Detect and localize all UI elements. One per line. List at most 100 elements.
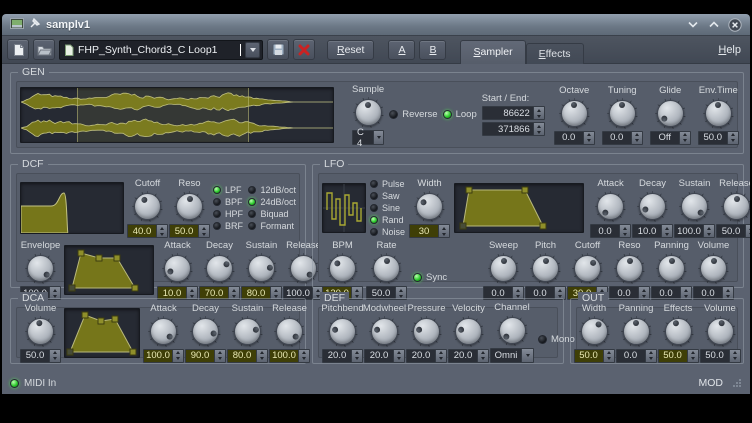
- tab-effects[interactable]: Effects: [526, 43, 584, 64]
- lfo-wave-display[interactable]: [322, 183, 366, 233]
- width-spinbox[interactable]: 50.0: [574, 349, 615, 363]
- reverse-toggle[interactable]: Reverse: [389, 109, 437, 120]
- reverse-led[interactable]: [389, 110, 398, 119]
- env-handle[interactable]: [114, 255, 120, 261]
- volume-knob[interactable]: [705, 316, 736, 347]
- new-preset-button[interactable]: [7, 39, 29, 60]
- sync-led[interactable]: [413, 273, 422, 282]
- sample-note-combo[interactable]: C 4: [352, 130, 384, 145]
- glide-knob[interactable]: [655, 98, 686, 129]
- pitchbend-spinbox[interactable]: 20.0: [322, 349, 363, 363]
- width-spinbox[interactable]: 30: [409, 224, 450, 238]
- env-time-knob[interactable]: [703, 98, 734, 129]
- close-button[interactable]: [728, 18, 742, 32]
- 12db-oct-led[interactable]: [248, 186, 256, 194]
- brf-led[interactable]: [213, 222, 221, 230]
- volume-spinbox[interactable]: 50.0: [700, 349, 741, 363]
- pulse-radio[interactable]: Pulse: [370, 179, 405, 189]
- cutoff-spinbox[interactable]: 40.0: [127, 224, 168, 238]
- sample-knob[interactable]: [353, 97, 384, 128]
- env-time-spinbox[interactable]: 50.0: [698, 131, 739, 145]
- b-button[interactable]: B: [419, 40, 446, 60]
- octave-knob[interactable]: [559, 98, 590, 129]
- envelope-knob[interactable]: [25, 253, 56, 284]
- tuning-spinbox[interactable]: 0.0: [602, 131, 643, 145]
- release-spinbox[interactable]: 100.0: [269, 349, 310, 363]
- save-preset-button[interactable]: [267, 39, 289, 60]
- reso-knob[interactable]: [614, 253, 645, 284]
- titlebar[interactable]: samplv1: [2, 14, 750, 36]
- sine-radio[interactable]: Sine: [370, 203, 405, 213]
- loop-toggle[interactable]: Loop: [443, 109, 477, 120]
- release-knob[interactable]: [721, 191, 750, 222]
- panning-knob[interactable]: [621, 316, 652, 347]
- env-handle[interactable]: [130, 349, 136, 355]
- env-handle[interactable]: [69, 285, 75, 291]
- env-handle[interactable]: [78, 250, 84, 256]
- channel-combo[interactable]: Omni: [490, 348, 535, 363]
- help-button[interactable]: Help: [718, 44, 745, 56]
- preset-name[interactable]: FHP_Synth_Chord3_C Loop1: [78, 44, 236, 56]
- volume-knob[interactable]: [698, 253, 729, 284]
- dcf-filter-display[interactable]: [20, 182, 124, 234]
- decay-spinbox[interactable]: 10.0: [632, 224, 673, 238]
- env-handle[interactable]: [67, 349, 73, 355]
- sync-toggle[interactable]: Sync: [413, 272, 457, 283]
- panning-knob[interactable]: [656, 253, 687, 284]
- octave-spinbox[interactable]: 0.0: [554, 131, 595, 145]
- release-spinbox[interactable]: 50.0: [716, 224, 750, 238]
- volume-spinbox[interactable]: 50.0: [20, 349, 61, 363]
- loop-led[interactable]: [443, 110, 452, 119]
- channel-dropdown-arrow[interactable]: [521, 349, 533, 362]
- velocity-spinbox[interactable]: 20.0: [448, 349, 489, 363]
- bpm-knob[interactable]: [327, 253, 358, 284]
- env-handle[interactable]: [132, 285, 138, 291]
- loop-start-spinbox[interactable]: 86622: [482, 106, 545, 120]
- env-handle[interactable]: [466, 187, 472, 193]
- sample-waveform-display[interactable]: [20, 87, 334, 143]
- reset-button[interactable]: Reset: [327, 40, 374, 60]
- loop-region[interactable]: [77, 88, 249, 142]
- env-handle[interactable]: [98, 318, 104, 324]
- modwheel-knob[interactable]: [369, 316, 400, 347]
- env-handle[interactable]: [460, 223, 466, 229]
- biquad-radio[interactable]: Biquad: [248, 209, 296, 219]
- open-preset-button[interactable]: [33, 39, 55, 60]
- volume-knob[interactable]: [25, 316, 56, 347]
- saw-radio[interactable]: Saw: [370, 191, 405, 201]
- hpf-led[interactable]: [213, 210, 221, 218]
- delete-preset-button[interactable]: [293, 39, 315, 60]
- formant-led[interactable]: [248, 222, 256, 230]
- pulse-led[interactable]: [370, 180, 378, 188]
- effects-knob[interactable]: [663, 316, 694, 347]
- resize-grip[interactable]: [732, 378, 742, 388]
- mod-button[interactable]: MOD: [699, 377, 724, 389]
- attack-knob[interactable]: [595, 191, 626, 222]
- sustain-knob[interactable]: [232, 316, 263, 347]
- bpf-led[interactable]: [213, 198, 221, 206]
- pitch-knob[interactable]: [530, 253, 561, 284]
- noise-radio[interactable]: Noise: [370, 227, 405, 237]
- release-knob[interactable]: [274, 316, 305, 347]
- dcf-envelope-display[interactable]: [64, 245, 154, 295]
- 24db-oct-led[interactable]: [248, 198, 256, 206]
- maximize-button[interactable]: [707, 18, 721, 32]
- env-handle[interactable]: [522, 187, 528, 193]
- preset-dropdown-arrow[interactable]: [245, 42, 260, 58]
- sustain-knob[interactable]: [246, 253, 277, 284]
- loop-end-spinbox[interactable]: 371866: [482, 122, 545, 136]
- width-knob[interactable]: [579, 316, 610, 347]
- attack-spinbox[interactable]: 100.0: [143, 349, 184, 363]
- formant-radio[interactable]: Formant: [248, 221, 296, 231]
- decay-knob[interactable]: [637, 191, 668, 222]
- attack-knob[interactable]: [148, 316, 179, 347]
- env-handle[interactable]: [96, 255, 102, 261]
- hpf-radio[interactable]: HPF: [213, 209, 245, 219]
- rate-knob[interactable]: [371, 253, 402, 284]
- reso-spinbox[interactable]: 50.0: [169, 224, 210, 238]
- 24db-oct-radio[interactable]: 24dB/oct: [248, 197, 296, 207]
- cutoff-knob[interactable]: [132, 191, 163, 222]
- modwheel-spinbox[interactable]: 20.0: [364, 349, 405, 363]
- 12db-oct-radio[interactable]: 12dB/oct: [248, 185, 296, 195]
- glide-spinbox[interactable]: Off: [650, 131, 691, 145]
